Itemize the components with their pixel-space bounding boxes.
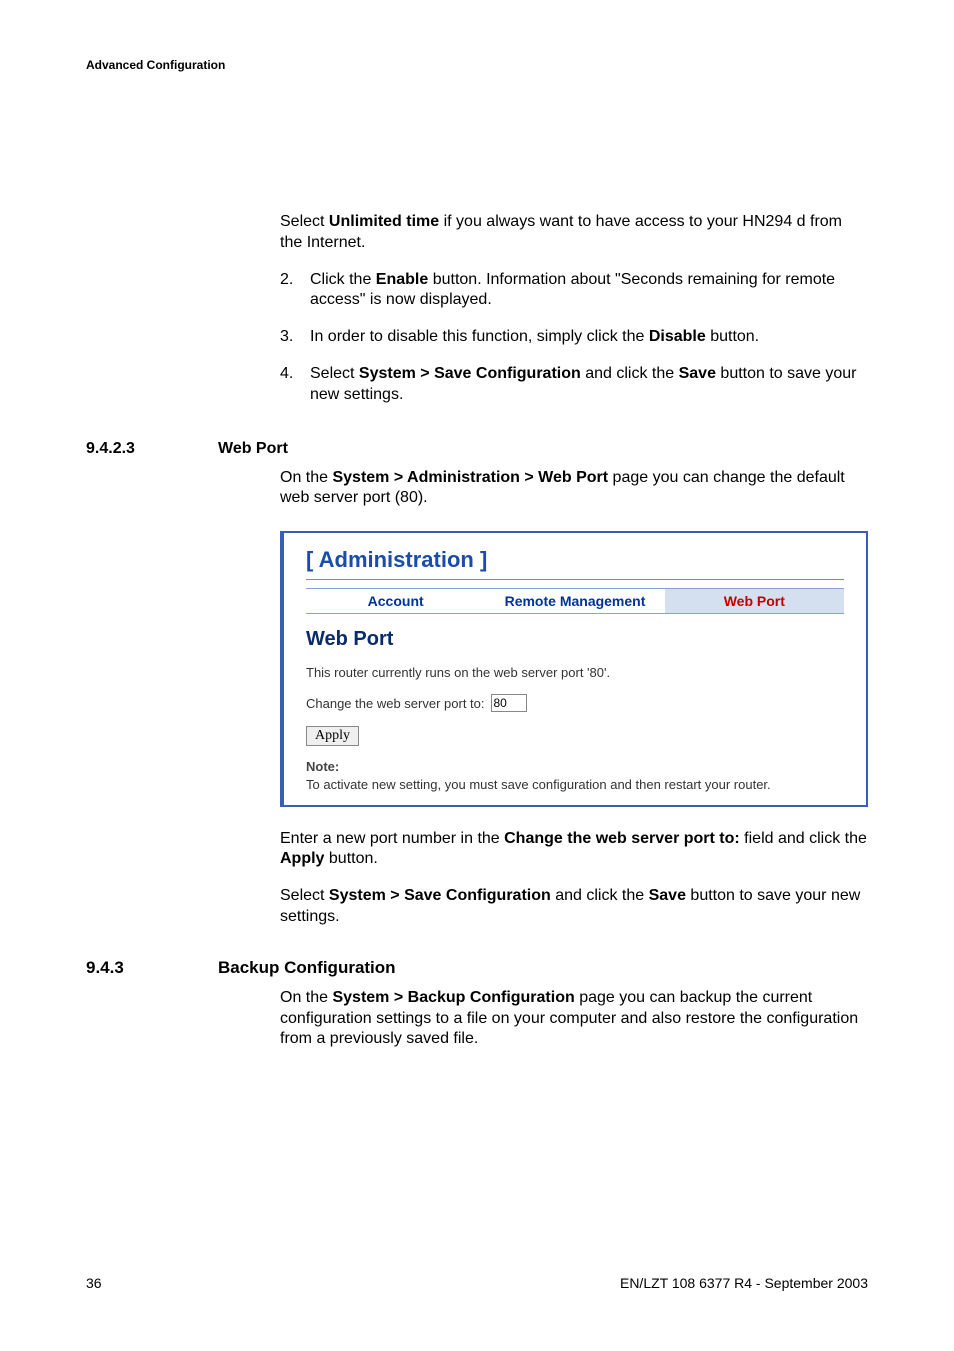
step-2: 2. Click the Enable button. Information … [280,270,868,312]
current-port-text: This router currently runs on the web se… [306,665,844,680]
intro-paragraph: Select Unlimited time if you always want… [280,212,868,254]
panel-subheading: Web Port [306,628,844,651]
note-label: Note: [306,759,339,774]
text: and click the [551,887,649,904]
page-number: 36 [86,1275,102,1291]
text: On the [280,989,332,1006]
step-number: 3. [280,327,293,348]
text: button. [706,328,759,345]
text: Select [280,887,329,904]
bold-disable: Disable [649,328,706,345]
tab-web-port[interactable]: Web Port [665,588,844,614]
change-port-label: Change the web server port to: [306,696,485,711]
after-screenshot-p1: Enter a new port number in the Change th… [280,829,868,871]
bold-enable: Enable [376,271,428,288]
bold-path: System > Save Configuration [329,887,551,904]
section-number-9-4-3: 9.4.3 [86,958,218,978]
text: button. [324,850,377,867]
doc-id: EN/LZT 108 6377 R4 - September 2003 [620,1275,868,1291]
apply-button[interactable]: Apply [306,726,359,746]
step-number: 4. [280,364,293,385]
bold-save: Save [649,887,686,904]
bold-field: Change the web server port to: [504,830,740,847]
text: On the [280,469,332,486]
bold-unlimited: Unlimited time [329,213,439,230]
tabs-row: Account Remote Management Web Port [306,588,844,614]
text: In order to disable this function, simpl… [310,328,649,345]
running-header: Advanced Configuration [86,58,868,72]
bold-path: System > Save Configuration [359,365,581,382]
step-4: 4. Select System > Save Configuration an… [280,364,868,406]
section-body-backup: On the System > Backup Configuration pag… [280,988,868,1050]
bold-path: System > Backup Configuration [332,989,574,1006]
router-admin-screenshot: [ Administration ] Account Remote Manage… [280,531,868,806]
section-number-9-4-2-3: 9.4.2.3 [86,440,218,458]
step-3: 3. In order to disable this function, si… [280,327,868,348]
tab-remote-management[interactable]: Remote Management [485,588,664,614]
after-screenshot-p2: Select System > Save Configuration and c… [280,886,868,928]
admin-heading: [ Administration ] [306,547,844,580]
bold-path: System > Administration > Web Port [332,469,608,486]
section-body: On the System > Administration > Web Por… [280,468,868,510]
text: field and click the [740,830,867,847]
section-title-web-port: Web Port [218,440,288,458]
text: and click the [581,365,679,382]
text: Select [310,365,359,382]
bold-save: Save [679,365,716,382]
text: Enter a new port number in the [280,830,504,847]
section-title-backup-configuration: Backup Configuration [218,958,396,978]
text: Click the [310,271,376,288]
note-text: To activate new setting, you must save c… [306,777,771,792]
note-block: Note: To activate new setting, you must … [306,758,844,794]
tab-account[interactable]: Account [306,588,485,614]
text: Select [280,213,329,230]
port-input[interactable] [491,694,527,712]
step-number: 2. [280,270,293,291]
bold-apply: Apply [280,850,324,867]
